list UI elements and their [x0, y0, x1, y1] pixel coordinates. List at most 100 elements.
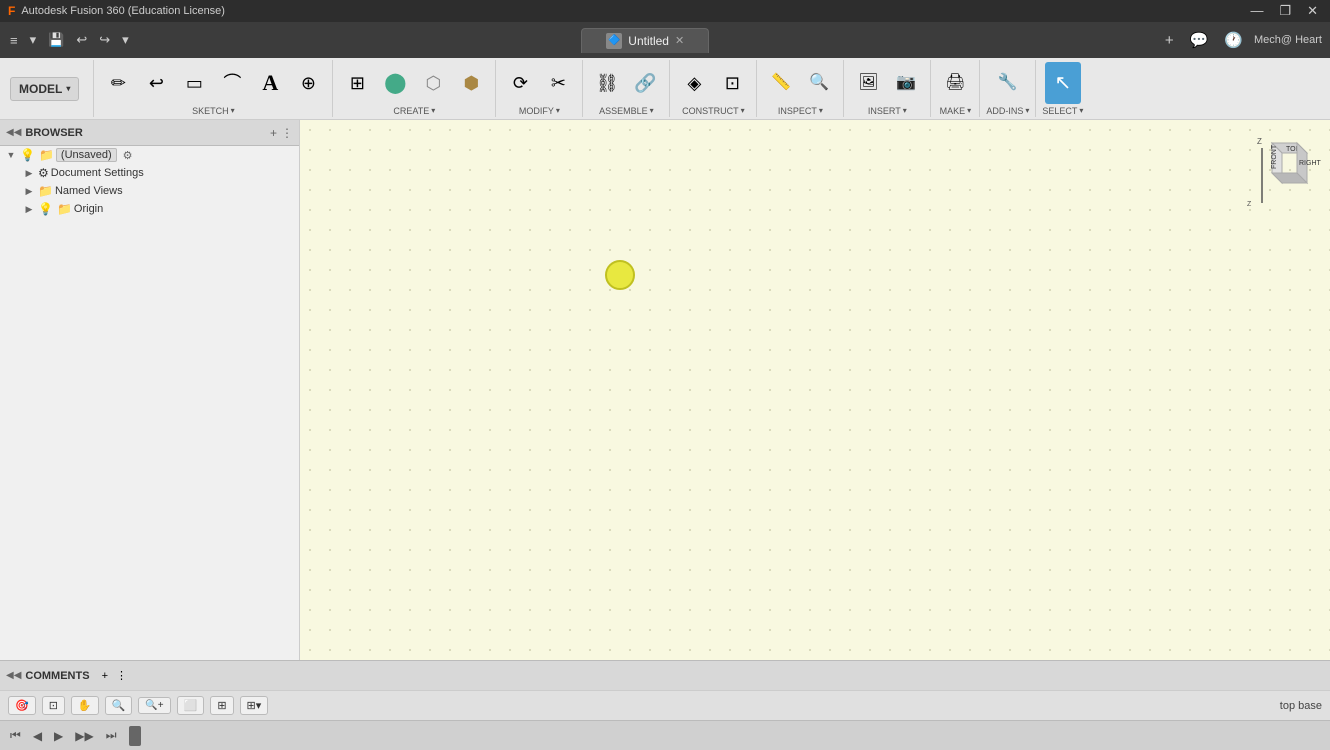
save-button[interactable]: 💾: [44, 30, 68, 50]
tree-item-origin[interactable]: ▶ 💡 📁 Origin: [0, 200, 299, 218]
create-extrude-button[interactable]: ⊞: [339, 62, 375, 104]
assemble-label: ASSEMBLE ▾: [599, 106, 654, 116]
pivot-button[interactable]: 🎯: [8, 696, 36, 715]
browser-collapse-button[interactable]: ◀◀: [6, 127, 21, 138]
pan-button[interactable]: ✋: [71, 696, 99, 715]
make-dropdown-icon: ▾: [967, 106, 971, 115]
tree-origin-visibility-icon[interactable]: 💡: [38, 202, 53, 216]
sketch-undo-button[interactable]: ↩: [138, 62, 174, 104]
tree-root-item[interactable]: ▼ 💡 📁 (Unsaved) ⚙: [0, 146, 299, 164]
browser-panel-button[interactable]: ⋮: [281, 126, 293, 140]
main-toolbar: MODEL ▾ ✏ ↩ ▭ ⌒ A ⊕ SKETCH: [0, 58, 1330, 120]
minimize-button[interactable]: —: [1246, 3, 1267, 19]
zoom-button[interactable]: 🔍: [105, 696, 133, 715]
tree-origin-arrow[interactable]: ▶: [22, 204, 36, 215]
create-box-icon: ⬢: [464, 74, 480, 92]
undo-button[interactable]: ↩: [72, 30, 91, 50]
active-tab[interactable]: 🔷 Untitled ✕: [581, 28, 709, 53]
modify-press-pull-button[interactable]: ⟳: [502, 62, 538, 104]
inspect-section: 📏 🔍 INSPECT ▾: [757, 60, 844, 117]
construct-buttons: ◈ ⊡: [676, 62, 750, 104]
history-dropdown[interactable]: ▾: [118, 30, 133, 50]
tree-doc-settings-gear-icon: ⚙: [38, 166, 49, 180]
assemble-new-comp-button[interactable]: ⛓: [589, 62, 625, 104]
addins-section: 🔧 ADD-INS ▾: [980, 60, 1036, 117]
create-box-button[interactable]: ⬢: [453, 62, 489, 104]
chat-button[interactable]: 💬: [1185, 29, 1214, 51]
tree-origin-label: Origin: [74, 203, 103, 215]
assemble-joint-button[interactable]: 🔗: [627, 62, 663, 104]
inspect-label: INSPECT ▾: [778, 106, 823, 116]
view-cube[interactable]: Z TOP FRONT RIGHT Z: [1242, 128, 1322, 228]
close-button[interactable]: ✕: [1303, 3, 1322, 19]
sketch-rect-icon: ▭: [186, 74, 203, 92]
tree-doc-settings-arrow[interactable]: ▶: [22, 168, 36, 179]
timeline-marker[interactable]: [129, 726, 141, 746]
insert-decal-button[interactable]: 📷: [888, 62, 924, 104]
tree-item-named-views[interactable]: ▶ 📁 Named Views: [0, 182, 299, 200]
tree-root-settings-icon[interactable]: ⚙: [123, 149, 133, 162]
history-button[interactable]: 🕐: [1219, 29, 1248, 51]
redo-button[interactable]: ↪: [95, 30, 114, 50]
sketch-label: SKETCH ▾: [192, 106, 235, 116]
timeline-bar: ⏮ ◀ ▶ ▶▶ ⏭: [0, 720, 1330, 750]
tab-bar: ≡ ▾ 💾 ↩ ↪ ▾ 🔷 Untitled ✕ + 💬 🕐 Mech@ Hea…: [0, 22, 1330, 58]
new-tab-button[interactable]: +: [1160, 30, 1179, 51]
maximize-button[interactable]: ❐: [1275, 3, 1295, 19]
create-cylinder-button[interactable]: ⬡: [415, 62, 451, 104]
timeline-play-button[interactable]: ▶: [50, 727, 67, 745]
sketch-create-button[interactable]: ✏: [100, 62, 136, 104]
insert-label: INSERT ▾: [868, 106, 907, 116]
modify-label: MODIFY ▾: [519, 106, 560, 116]
tree-item-document-settings[interactable]: ▶ ⚙ Document Settings: [0, 164, 299, 182]
canvas-area[interactable]: Z TOP FRONT RIGHT Z: [300, 120, 1330, 660]
tree-root-visibility-icon[interactable]: 💡: [20, 148, 35, 162]
sketch-text-button[interactable]: A: [252, 62, 288, 104]
make-3d-print-icon: 🖨: [945, 75, 965, 91]
addins-scripts-icon: 🔧: [998, 75, 1018, 91]
tree-root-arrow[interactable]: ▼: [4, 150, 18, 160]
modify-fillet-button[interactable]: ✂: [540, 62, 576, 104]
tab-close-button[interactable]: ✕: [675, 34, 684, 47]
view-cube-svg: Z TOP FRONT RIGHT Z: [1242, 128, 1322, 218]
app-title: Autodesk Fusion 360 (Education License): [21, 5, 225, 17]
timeline-next-button[interactable]: ▶▶: [71, 727, 97, 745]
inspect-measure-button[interactable]: 📏: [763, 62, 799, 104]
sketch-section: ✏ ↩ ▭ ⌒ A ⊕ SKETCH ▾: [94, 60, 333, 117]
menu-button[interactable]: ≡: [6, 31, 22, 50]
create-sphere-button[interactable]: ⬤: [377, 62, 413, 104]
insert-canvas-button[interactable]: 🖼: [850, 62, 886, 104]
tree-named-views-folder-icon: 📁: [38, 184, 53, 198]
comments-add-button[interactable]: +: [102, 670, 108, 682]
construct-axis-button[interactable]: ⊡: [714, 62, 750, 104]
svg-text:FRONT: FRONT: [1271, 144, 1278, 169]
comments-panel-button[interactable]: ⋮: [116, 669, 127, 682]
timeline-last-button[interactable]: ⏭: [102, 726, 121, 745]
inspect-section-analysis-button[interactable]: 🔍: [801, 62, 837, 104]
sketch-rect-button[interactable]: ▭: [176, 62, 212, 104]
tree-named-views-arrow[interactable]: ▶: [22, 186, 36, 197]
sketch-undo-icon: ↩: [149, 74, 164, 92]
svg-text:Z: Z: [1247, 201, 1252, 208]
browser-tree: ▼ 💡 📁 (Unsaved) ⚙ ▶ ⚙ Document Settings …: [0, 146, 299, 218]
comments-collapse-button[interactable]: ◀◀: [6, 670, 21, 681]
grid-button[interactable]: ⊞: [210, 696, 233, 715]
dropdown-button[interactable]: ▾: [26, 30, 41, 50]
addins-scripts-button[interactable]: 🔧: [990, 62, 1026, 104]
sketch-more-button[interactable]: ⊕: [290, 62, 326, 104]
zoom-fit-button[interactable]: 🔍+: [138, 697, 170, 714]
model-button[interactable]: MODEL ▾: [10, 77, 79, 101]
make-3d-print-button[interactable]: 🖨: [937, 62, 973, 104]
select-button[interactable]: ↖: [1045, 62, 1081, 104]
grid-settings-button[interactable]: ⊞▾: [240, 696, 269, 715]
construct-offset-plane-button[interactable]: ◈: [676, 62, 712, 104]
toolbar-left: ≡ ▾ 💾 ↩ ↪ ▾: [0, 30, 139, 50]
timeline-first-button[interactable]: ⏮: [6, 726, 25, 745]
browser-add-button[interactable]: +: [270, 126, 277, 140]
timeline-prev-button[interactable]: ◀: [29, 727, 46, 745]
construct-section: ◈ ⊡ CONSTRUCT ▾: [670, 60, 757, 117]
display-mode-button[interactable]: ⬜: [177, 696, 205, 715]
addins-label: ADD-INS ▾: [986, 106, 1029, 116]
view-cube-button[interactable]: ⊡: [42, 696, 65, 715]
sketch-curve-button[interactable]: ⌒: [214, 62, 250, 104]
